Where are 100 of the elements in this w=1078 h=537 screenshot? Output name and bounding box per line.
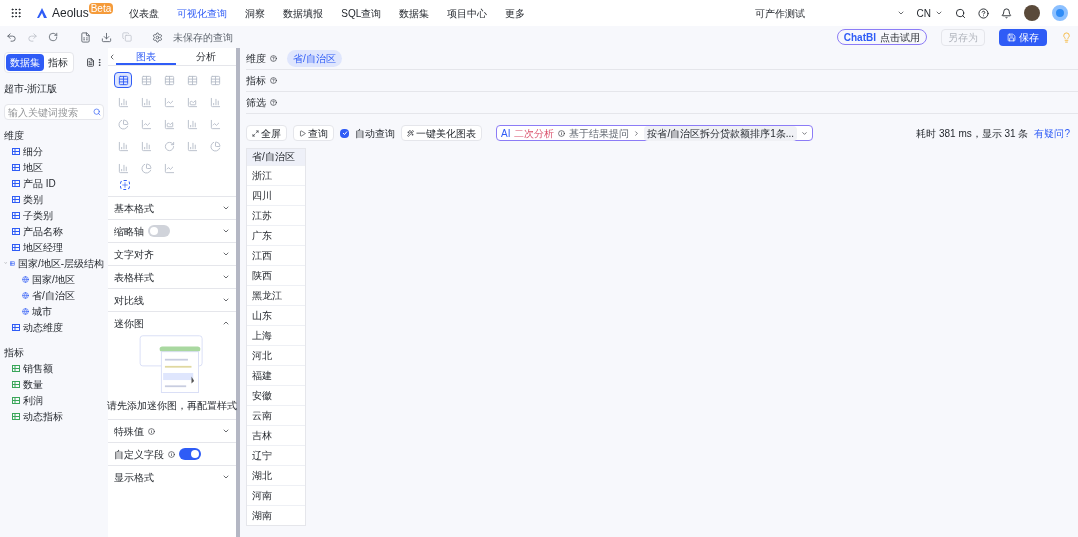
field-item[interactable]: 产品 ID xyxy=(23,175,56,191)
field-item[interactable]: 城市 xyxy=(32,303,52,319)
more-icon[interactable] xyxy=(95,58,104,67)
notification-icon[interactable] xyxy=(1001,7,1012,19)
panel-tab[interactable]: 数据集 xyxy=(6,54,44,71)
field-chip[interactable]: 省/自治区 xyxy=(287,50,342,67)
dimension-icon xyxy=(12,147,20,155)
nav-item[interactable]: SQL查询 xyxy=(341,5,382,21)
nav-item[interactable]: 数据集 xyxy=(399,5,430,21)
table-cell: 吉林 xyxy=(247,425,305,445)
settings-icon[interactable] xyxy=(152,31,163,43)
section-title[interactable]: 自定义字段 xyxy=(114,446,164,462)
section-title[interactable]: 缩略轴 xyxy=(114,223,144,239)
section-title[interactable]: 文字对齐 xyxy=(114,246,154,262)
save-button[interactable]: 保存 xyxy=(999,28,1047,46)
dimension-icon xyxy=(12,163,20,171)
query-name[interactable]: 未保存的查询 xyxy=(173,29,233,45)
download-icon[interactable] xyxy=(101,31,112,43)
expand-icon[interactable] xyxy=(222,273,230,281)
ai-analysis-label: 二次分析 xyxy=(514,126,555,141)
help-link[interactable]: 有疑问? xyxy=(1034,125,1070,141)
table-cell: 黑龙江 xyxy=(247,285,305,305)
field-item[interactable]: 动态维度 xyxy=(23,319,63,335)
field-item[interactable]: 动态指标 xyxy=(23,408,63,424)
table-cell: 江苏 xyxy=(247,205,305,225)
globe-icon xyxy=(22,291,29,299)
expand-icon[interactable] xyxy=(222,296,230,304)
document-icon[interactable] xyxy=(86,58,95,67)
query-button[interactable]: 查询 xyxy=(293,125,334,141)
help-icon xyxy=(270,99,277,106)
add-chart-icon[interactable] xyxy=(120,180,130,190)
fullscreen-button[interactable]: 全屏 xyxy=(246,125,287,141)
section-title[interactable]: 迷你图 xyxy=(114,315,144,331)
search-field[interactable]: 输入关键词搜索 xyxy=(4,104,104,120)
table-cell: 云南 xyxy=(247,405,305,425)
lightbulb-icon[interactable] xyxy=(1061,31,1072,43)
expand-icon[interactable] xyxy=(222,204,230,212)
nav-item[interactable]: 洞察 xyxy=(245,5,266,21)
avatar[interactable] xyxy=(1024,5,1040,21)
auto-query-checkbox[interactable] xyxy=(340,128,349,138)
field-item[interactable]: 利润 xyxy=(23,392,43,408)
field-item[interactable]: 省/自治区 xyxy=(32,287,75,303)
search-icon[interactable] xyxy=(955,7,966,19)
spreadsheet-icon[interactable] xyxy=(80,31,91,43)
field-item[interactable]: 细分 xyxy=(23,143,43,159)
undo-icon[interactable] xyxy=(6,31,17,43)
nav-item[interactable]: 可视化查询 xyxy=(177,5,228,21)
nav-item[interactable]: 更多 xyxy=(505,5,526,21)
expand-icon[interactable] xyxy=(222,427,230,435)
field-item[interactable]: 子类别 xyxy=(23,207,53,223)
logo-icon xyxy=(36,7,48,19)
toggle-switch[interactable] xyxy=(179,448,201,460)
beautify-button[interactable]: 一键美化图表 xyxy=(401,125,482,141)
section-title[interactable]: 基本格式 xyxy=(114,200,154,216)
field-item[interactable]: 地区 xyxy=(23,159,43,175)
collapse-icon[interactable] xyxy=(222,319,230,327)
table-cell: 河北 xyxy=(247,345,305,365)
field-item[interactable]: 地区经理 xyxy=(23,239,63,255)
wand-icon xyxy=(407,129,414,137)
collapse-icon[interactable] xyxy=(108,52,116,61)
panel-tab[interactable]: 指标 xyxy=(44,54,72,71)
project-select[interactable]: 可产作测试 xyxy=(754,5,905,21)
panel-tab[interactable]: 图表 xyxy=(116,48,176,65)
apps-icon[interactable] xyxy=(10,7,22,19)
expand-icon[interactable] xyxy=(222,473,230,481)
field-item[interactable]: 国家/地区 xyxy=(32,271,75,287)
nav-item[interactable]: 仪表盘 xyxy=(129,5,160,21)
suggested-question[interactable]: 按省/自治区拆分贷款额排序1条... xyxy=(644,125,798,141)
field-item[interactable]: 产品名称 xyxy=(23,223,63,239)
expand-icon[interactable] xyxy=(222,227,230,235)
table-cell: 河南 xyxy=(247,485,305,505)
table-cell: 湖北 xyxy=(247,465,305,485)
ai-question-bar[interactable]: AI 二次分析 基于结果提问 按省/自治区拆分贷款额排序1条... xyxy=(496,125,814,141)
toggle-switch[interactable] xyxy=(148,225,170,237)
language-select[interactable]: CN xyxy=(916,5,943,21)
field-item[interactable]: 类别 xyxy=(23,191,43,207)
nav-item[interactable]: 数据填报 xyxy=(283,5,324,21)
section-title[interactable]: 显示格式 xyxy=(114,469,154,485)
info-icon xyxy=(148,427,155,435)
shelf-label: 筛选 xyxy=(246,96,266,110)
assistant-icon[interactable] xyxy=(1052,5,1068,21)
dimension-icon xyxy=(12,243,20,251)
panel-tab[interactable]: 分析 xyxy=(176,48,236,65)
section-title[interactable]: 表格样式 xyxy=(114,269,154,285)
field-item[interactable]: 国家/地区-层级结构 xyxy=(17,255,104,271)
refresh-icon[interactable] xyxy=(48,32,58,42)
field-item[interactable]: 数量 xyxy=(23,376,43,392)
section-title[interactable]: 特殊值 xyxy=(114,423,144,439)
table-cell: 福建 xyxy=(247,365,305,385)
field-item[interactable]: 销售额 xyxy=(23,360,53,376)
dropdown-icon[interactable] xyxy=(801,129,809,137)
help-icon[interactable] xyxy=(978,7,989,19)
section-title[interactable]: 对比线 xyxy=(114,292,144,308)
dataset-name[interactable]: 超市-浙江版 xyxy=(4,81,104,96)
query-stats: 耗时 381 ms，显示 31 条 xyxy=(916,126,1029,141)
redo-icon[interactable] xyxy=(27,31,38,43)
copy-icon[interactable] xyxy=(122,32,132,42)
chart-type-button[interactable] xyxy=(114,72,132,88)
expand-icon[interactable] xyxy=(222,250,230,258)
nav-item[interactable]: 项目中心 xyxy=(447,5,488,21)
